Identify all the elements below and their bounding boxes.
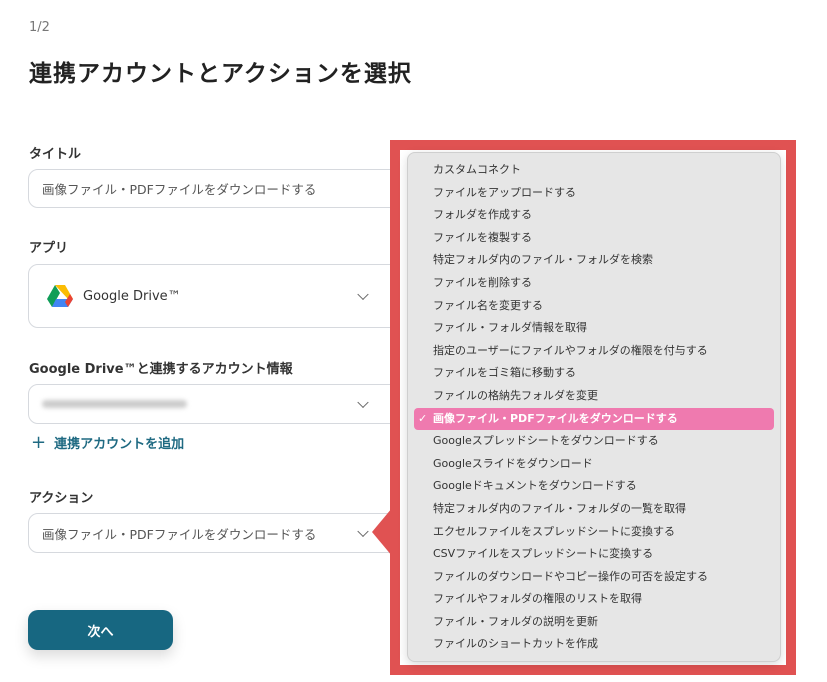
menu-item-label: カスタムコネクト [433, 163, 521, 176]
menu-item-label: Googleスプレッドシートをダウンロードする [433, 434, 659, 448]
menu-item[interactable]: Googleスプレッドシートをダウンロードする [408, 430, 780, 453]
menu-item-label: フォルダを作成する [433, 208, 532, 222]
menu-item[interactable]: ファイルのダウンロードやコピー操作の可否を設定する [408, 566, 780, 589]
menu-item[interactable]: エクセルファイルをスプレッドシートに変換する [408, 521, 780, 544]
menu-item-label: ファイル名を変更する [433, 298, 543, 312]
action-value: 画像ファイル・PDFファイルをダウンロードする [42, 526, 317, 542]
menu-item-label: ファイルのダウンロードやコピー操作の可否を設定する [433, 569, 708, 583]
menu-item[interactable]: CSVファイルをスプレッドシートに変換する [408, 543, 780, 566]
menu-item-label: ファイルのショートカットを作成 [433, 637, 598, 651]
menu-item[interactable]: カスタムコネクト [408, 159, 780, 182]
step-indicator: 1/2 [29, 20, 50, 35]
menu-item[interactable]: 指定のユーザーにファイルやフォルダの権限を付与する [408, 340, 780, 363]
add-account-label: 連携アカウントを追加 [54, 437, 185, 452]
menu-item[interactable]: 特定フォルダ内のファイル・フォルダを検索 [408, 249, 780, 272]
menu-item-label: ファイル・フォルダ情報を取得 [433, 321, 587, 335]
menu-item-label: ファイルやフォルダの権限のリストを取得 [433, 592, 642, 606]
menu-item-label: 特定フォルダ内のファイル・フォルダを検索 [433, 253, 653, 267]
menu-item-label: 画像ファイル・PDFファイルをダウンロードする [433, 411, 678, 425]
menu-item[interactable]: ファイル・フォルダの説明を更新 [408, 611, 780, 634]
menu-item[interactable]: ファイルを複製する [408, 227, 780, 250]
menu-item-label: ファイルを削除する [433, 275, 532, 289]
account-label: Google Drive™と連携するアカウント情報 [29, 362, 293, 377]
menu-item[interactable]: ✓ 画像ファイル・PDFファイルをダウンロードする [414, 407, 774, 431]
action-select[interactable]: 画像ファイル・PDFファイルをダウンロードする [28, 513, 408, 553]
menu-item-label: ファイルをアップロードする [433, 185, 576, 199]
menu-item[interactable]: ファイルやフォルダの権限のリストを取得 [408, 588, 780, 611]
menu-item[interactable]: 特定フォルダ内のファイル・フォルダの一覧を取得 [408, 498, 780, 521]
action-dropdown-menu[interactable]: カスタムコネクトファイルをアップロードする フォルダを作成する ファイルを複製する特… [407, 152, 781, 662]
menu-item[interactable]: ファイル・フォルダ情報を取得 [408, 317, 780, 340]
chevron-down-icon [357, 288, 369, 301]
title-label: タイトル [29, 147, 82, 162]
menu-item-label: Googleドキュメントをダウンロードする [433, 479, 637, 493]
title-input[interactable]: 画像ファイル・PDFファイルをダウンロードする [28, 169, 408, 208]
menu-item-label: ファイル・フォルダの説明を更新 [433, 614, 598, 628]
menu-item-label: 指定のユーザーにファイルやフォルダの権限を付与する [433, 343, 708, 357]
google-drive-icon [47, 285, 73, 307]
menu-item[interactable]: ファイルをゴミ箱に移動する [408, 362, 780, 385]
app-value: Google Drive™ [83, 288, 181, 304]
callout-pointer [372, 508, 392, 556]
menu-item[interactable]: Googleドキュメントをダウンロードする [408, 475, 780, 498]
menu-item[interactable]: ファイルのショートカットを作成 [408, 633, 780, 656]
account-email-redacted [42, 400, 187, 408]
menu-item-label: ファイルを複製する [433, 230, 532, 244]
menu-item-label: Googleスライドをダウンロード [433, 456, 593, 470]
menu-item[interactable]: ファイル名を変更する [408, 295, 780, 318]
menu-item-label: 特定フォルダ内のファイル・フォルダの一覧を取得 [433, 501, 686, 515]
menu-item[interactable]: ファイルを削除する [408, 272, 780, 295]
chevron-down-icon [357, 396, 369, 409]
plus-icon: + [31, 432, 47, 453]
app-select[interactable]: Google Drive™ [28, 264, 408, 328]
menu-item-label: CSVファイルをスプレッドシートに変換する [433, 547, 654, 561]
account-select[interactable] [28, 384, 408, 424]
page-title: 連携アカウントとアクションを選択 [29, 61, 412, 87]
add-account-link[interactable]: + 連携アカウントを追加 [31, 432, 184, 453]
checkmark-icon: ✓ [418, 411, 428, 425]
title-value: 画像ファイル・PDFファイルをダウンロードする [42, 182, 317, 197]
menu-item-label: ファイルの格納先フォルダを変更 [433, 388, 598, 402]
menu-item[interactable]: ファイルをアップロードする [408, 182, 780, 205]
action-label: アクション [29, 491, 94, 506]
menu-item[interactable]: ファイルの格納先フォルダを変更 [408, 385, 780, 408]
chevron-down-icon [357, 525, 369, 538]
next-button[interactable]: 次へ [28, 610, 173, 650]
app-label: アプリ [29, 241, 69, 256]
menu-item-label: ファイルをゴミ箱に移動する [433, 366, 576, 380]
menu-item-label: エクセルファイルをスプレッドシートに変換する [433, 524, 675, 538]
menu-item[interactable]: フォルダを作成する [408, 204, 780, 227]
menu-item[interactable]: Googleスライドをダウンロード [408, 453, 780, 476]
